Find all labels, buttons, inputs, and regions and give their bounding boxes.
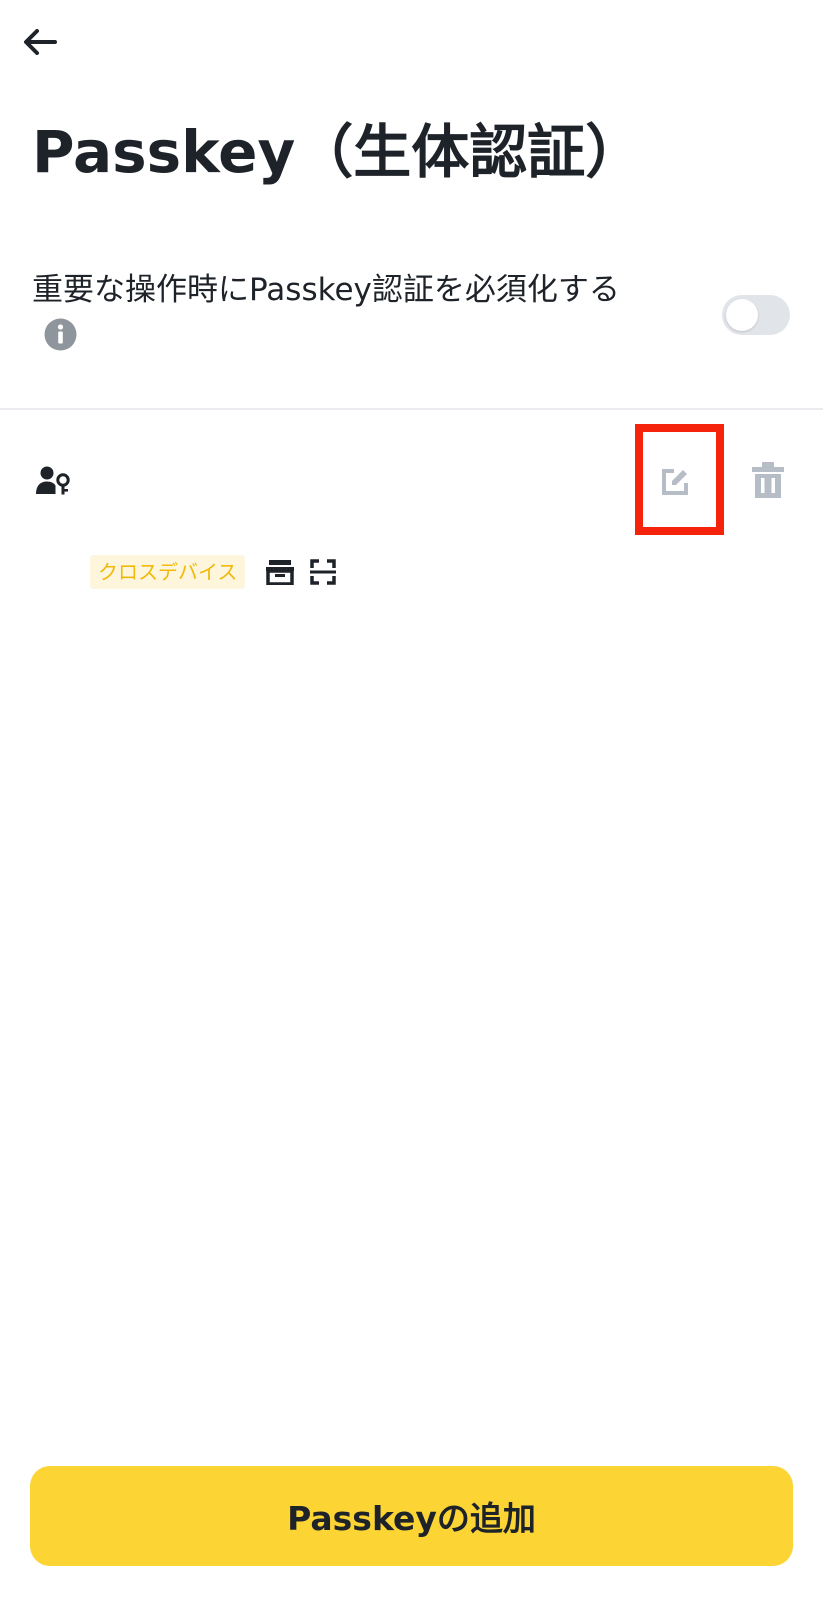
passkey-required-setting: 重要な操作時にPasskey認証を必須化する <box>0 262 823 408</box>
delete-passkey-button[interactable] <box>744 456 792 504</box>
passkey-list-item: クロスデバイス <box>0 410 823 610</box>
passkey-required-toggle[interactable] <box>722 295 790 335</box>
page-title: Passkey（生体認証） <box>32 118 644 186</box>
info-icon[interactable] <box>44 318 77 351</box>
edit-passkey-button[interactable] <box>651 458 699 506</box>
edit-icon <box>662 469 688 495</box>
add-passkey-button[interactable]: Passkeyの追加 <box>30 1466 793 1566</box>
back-button[interactable] <box>18 22 62 62</box>
device-box-icon <box>266 560 294 585</box>
toggle-knob <box>726 299 758 331</box>
arrow-left-icon <box>24 29 57 55</box>
trash-icon <box>752 462 784 498</box>
setting-label: 重要な操作時にPasskey認証を必須化する <box>32 272 620 308</box>
cross-device-tag: クロスデバイス <box>90 555 246 589</box>
face-scan-icon <box>310 559 336 585</box>
user-key-icon <box>36 466 70 495</box>
